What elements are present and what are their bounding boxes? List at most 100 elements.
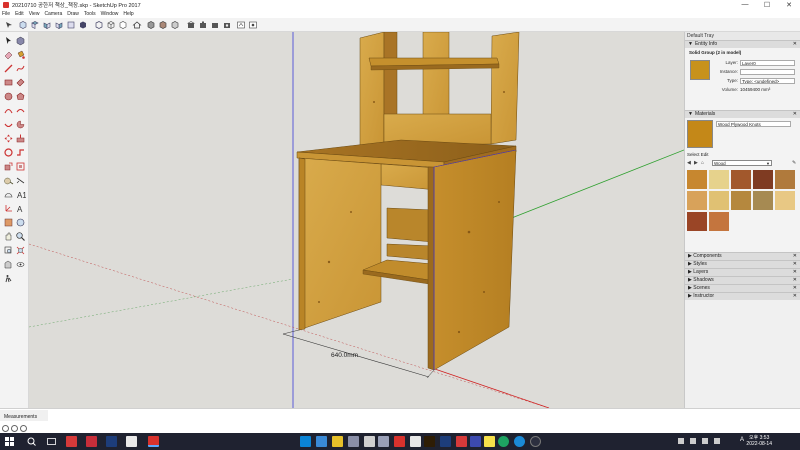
styles-panel-header[interactable]: ▶ Styles ✕ [685,260,800,268]
pie-tool-icon[interactable] [15,119,26,130]
two-point-arc-icon[interactable] [15,105,26,116]
look-around-icon[interactable] [15,259,26,270]
material-swatch[interactable] [709,170,729,189]
scenes-panel-header[interactable]: ▶ Scenes ✕ [685,284,800,292]
credits-status-icon[interactable] [11,425,18,432]
illustrator-icon[interactable] [424,436,435,447]
polygon-tool-icon[interactable] [15,91,26,102]
close-panel-icon[interactable]: ✕ [793,253,797,260]
select-icon[interactable] [4,20,14,30]
pan-tool-icon[interactable] [3,231,14,242]
select-edit-tabs[interactable]: Select Edit [687,152,709,157]
network-icon[interactable] [690,438,696,444]
home-icon[interactable]: ⌂ [701,160,708,166]
zoom-window-icon[interactable] [3,245,14,256]
rotated-rectangle-icon[interactable] [15,77,26,88]
share-model-icon[interactable] [198,20,208,30]
chevron-up-icon[interactable] [678,438,684,444]
components-panel-header[interactable]: ▶ Components ✕ [685,252,800,260]
eraser-tool-icon[interactable] [3,49,14,60]
maximize-button[interactable]: ☐ [756,1,778,9]
material-swatch[interactable] [775,170,795,189]
line-tool-icon[interactable] [3,63,14,74]
left-view-icon[interactable] [78,20,88,30]
forward-arrow-icon[interactable]: ▶ [694,160,701,166]
material-swatch[interactable] [753,170,773,189]
section-plane-icon[interactable] [3,217,14,228]
front-view-icon[interactable] [42,20,52,30]
select-tool-icon[interactable] [3,35,14,46]
close-button[interactable]: ✕ [778,1,800,9]
rectangle-tool-icon[interactable] [3,77,14,88]
file-explorer-icon[interactable] [332,436,343,447]
kakaotalk-icon[interactable] [484,436,495,447]
material-library-select[interactable]: Wood ▼ [712,160,772,166]
minimize-button[interactable]: — [734,1,756,9]
freehand-tool-icon[interactable] [15,63,26,74]
photoshop-icon[interactable] [440,436,451,447]
menu-file[interactable]: File [2,11,10,17]
document-app-icon[interactable] [86,436,97,447]
chrome-icon[interactable] [498,436,509,447]
shadows-panel-header[interactable]: ▶ Shadows ✕ [685,276,800,284]
circle-tool-icon[interactable] [3,91,14,102]
close-panel-icon[interactable]: ✕ [793,111,797,118]
type-input[interactable]: Type: <undefined> [740,78,795,84]
taskbar-clock[interactable]: 오후 3:53 2022-08-14 [746,435,772,447]
geo-location-icon[interactable] [236,20,246,30]
material-name-field[interactable]: Wood Plywood Knots [716,121,791,127]
current-material-swatch[interactable] [687,120,713,148]
close-panel-icon[interactable]: ✕ [793,285,797,292]
app-icon[interactable] [348,436,359,447]
app-icon[interactable] [470,436,481,447]
text-tool-icon[interactable]: A1 [15,189,26,200]
menu-window[interactable]: Window [101,11,119,17]
shaded-textures-icon[interactable] [158,20,168,30]
task-view-icon[interactable] [46,436,57,447]
photo-textures-icon[interactable] [248,20,258,30]
geo-location-status-icon[interactable] [2,425,9,432]
app-icon[interactable] [410,436,421,447]
user-status-icon[interactable] [20,425,27,432]
app-icon[interactable] [530,436,541,447]
app-icon[interactable] [394,436,405,447]
xray-icon[interactable] [94,20,104,30]
tape-measure-icon[interactable] [3,175,14,186]
sample-paint-icon[interactable]: ✎ [792,160,799,166]
extension-warehouse-icon[interactable] [222,20,232,30]
menu-view[interactable]: View [29,11,40,17]
close-panel-icon[interactable]: ✕ [793,269,797,276]
material-swatch[interactable] [753,191,773,210]
notes-app-icon[interactable] [126,436,137,447]
paint-bucket-icon[interactable] [15,49,26,60]
close-panel-icon[interactable]: ✕ [793,293,797,300]
app-icon[interactable] [300,436,311,447]
entity-info-header[interactable]: ▼ Entity Info ✕ [685,40,800,48]
wireframe-icon[interactable] [106,20,116,30]
close-panel-icon[interactable]: ✕ [793,41,797,48]
zoom-extents-icon[interactable] [15,245,26,256]
warehouse-icon[interactable] [186,20,196,30]
material-swatch[interactable] [709,191,729,210]
instance-input[interactable] [740,69,795,75]
scale-tool-icon[interactable] [3,161,14,172]
push-pull-icon[interactable] [15,133,26,144]
hidden-line-icon[interactable] [118,20,128,30]
walk-tool-icon[interactable] [3,273,14,284]
photoshop-icon[interactable] [106,436,117,447]
orbit-tool-icon[interactable] [15,217,26,228]
menu-help[interactable]: Help [123,11,133,17]
three-point-arc-icon[interactable] [3,119,14,130]
close-panel-icon[interactable]: ✕ [793,261,797,268]
position-camera-icon[interactable] [3,259,14,270]
dimension-tool-icon[interactable] [15,175,26,186]
move-tool-icon[interactable] [3,133,14,144]
windows-start-icon[interactable] [4,436,15,447]
arc-tool-icon[interactable] [3,105,14,116]
zoom-tool-icon[interactable] [15,231,26,242]
follow-me-icon[interactable] [15,147,26,158]
right-view-icon[interactable] [54,20,64,30]
material-swatch[interactable] [775,191,795,210]
instructor-panel-header[interactable]: ▶ Instructor ✕ [685,292,800,300]
iso-view-icon[interactable] [18,20,28,30]
